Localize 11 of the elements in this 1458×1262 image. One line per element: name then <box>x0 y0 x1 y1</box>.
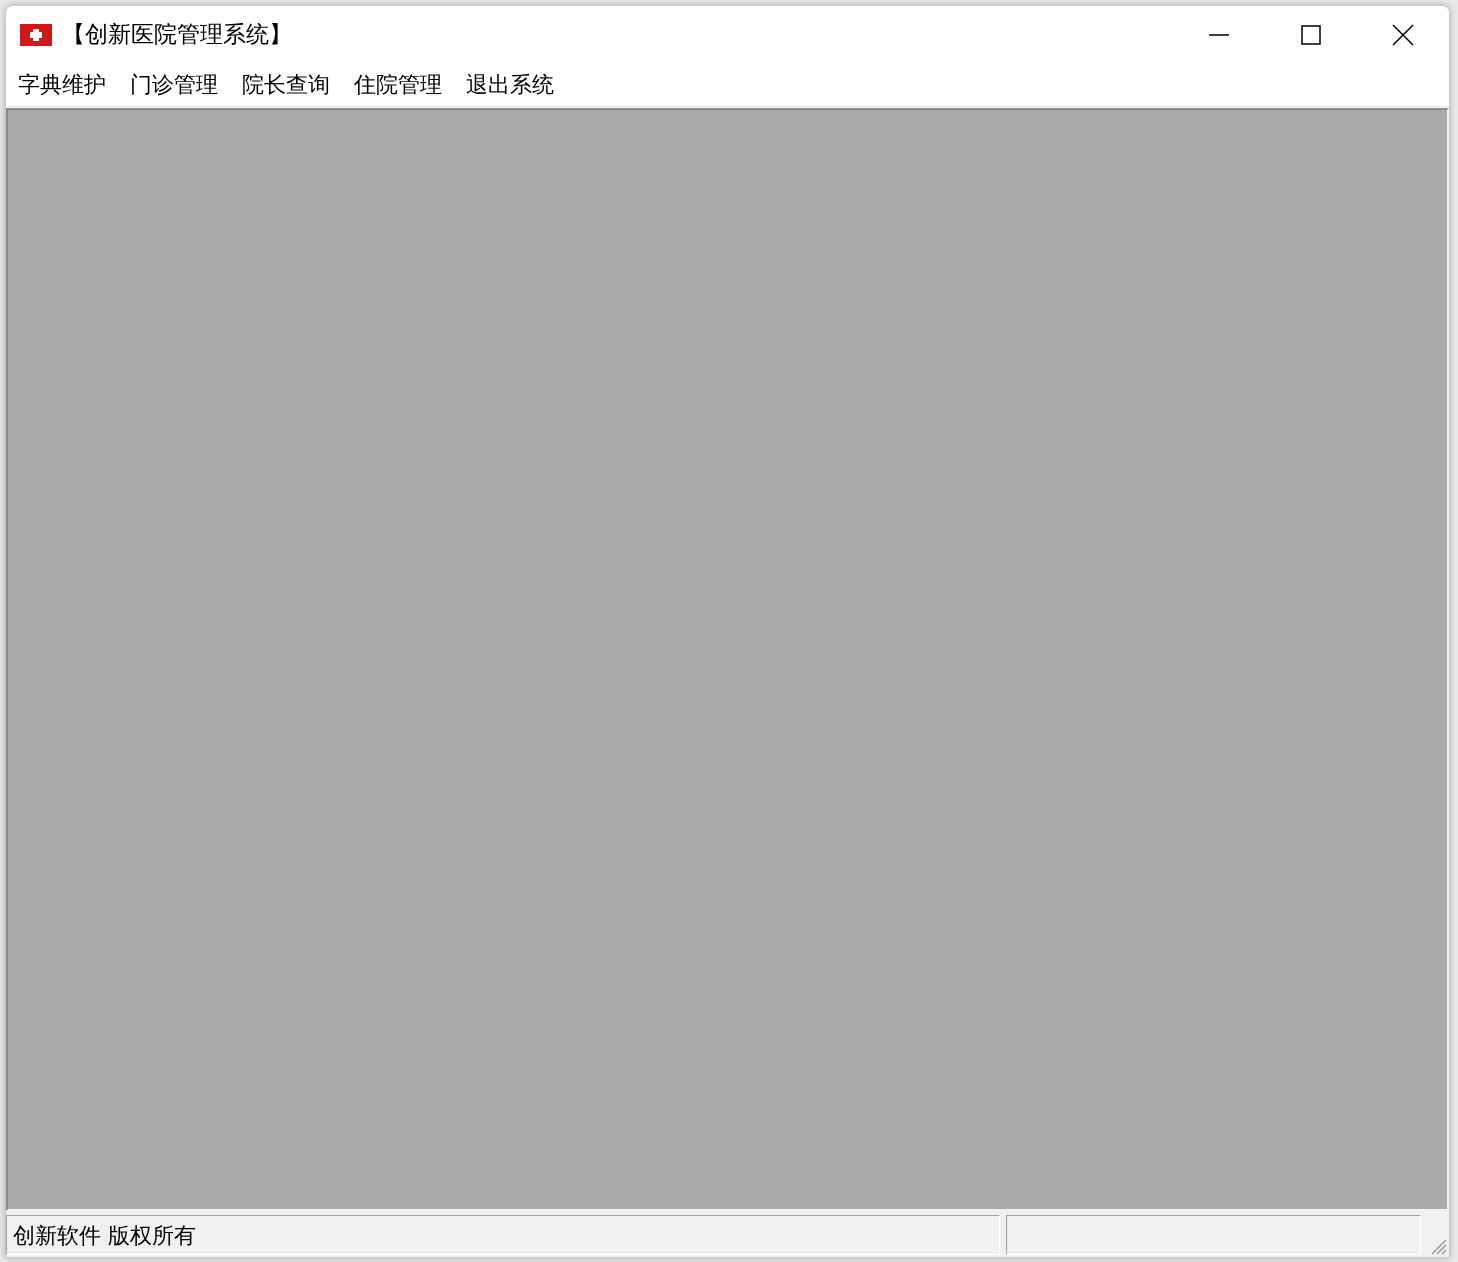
menu-item[interactable]: 退出系统 <box>460 68 560 101</box>
menu-item[interactable]: 住院管理 <box>348 68 448 101</box>
maximize-icon <box>1301 24 1321 45</box>
menu-item[interactable]: 字典维护 <box>12 68 112 101</box>
menu-item[interactable]: 院长查询 <box>236 68 336 101</box>
menu-item[interactable]: 门诊管理 <box>124 68 224 101</box>
minimize-icon <box>1209 33 1229 36</box>
status-text: 创新软件 版权所有 <box>6 1215 1000 1255</box>
close-icon <box>1392 23 1414 46</box>
cross-flag-icon <box>20 23 52 46</box>
window-title: 【创新医院管理系统】 <box>62 20 292 50</box>
